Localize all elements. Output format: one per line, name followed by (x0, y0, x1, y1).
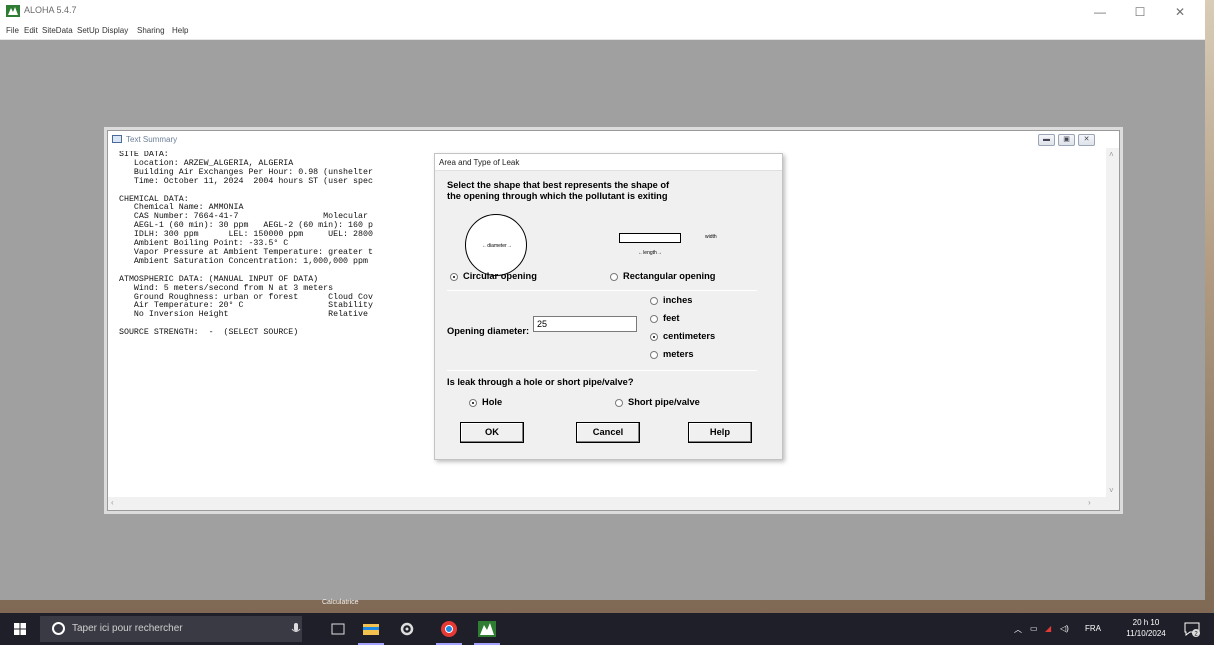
aloha-app-icon (6, 5, 20, 17)
summary-text-body: SITE DATA: Location: ARZEW_ALGERIA, ALGE… (119, 151, 449, 338)
windows-start-icon[interactable] (14, 623, 26, 635)
menu-edit[interactable]: Edit (24, 26, 38, 35)
menu-sitedata[interactable]: SiteData (42, 26, 73, 35)
width-label: width (705, 234, 717, 240)
window-title: ALOHA 5.4.7 (24, 5, 77, 15)
menu-help[interactable]: Help (172, 26, 188, 35)
unit-feet-label[interactable]: feet (663, 313, 680, 323)
microphone-icon[interactable] (285, 619, 307, 639)
taskbar-search-box[interactable]: Taper ici pour rechercher (40, 616, 302, 642)
volume-icon[interactable]: ◁) (1060, 624, 1069, 633)
rectangular-opening-illustration (619, 233, 681, 243)
unit-feet-radio[interactable] (650, 315, 658, 323)
hole-label[interactable]: Hole (482, 397, 502, 407)
hole-radio[interactable] (469, 399, 477, 407)
summary-minimize-button[interactable]: ▬ (1038, 134, 1055, 146)
dialog-titlebar[interactable]: Area and Type of Leak (435, 154, 782, 171)
separator (447, 290, 757, 291)
length-glyph: length (643, 250, 657, 256)
separator (447, 370, 757, 371)
search-placeholder: Taper ici pour rechercher (72, 623, 183, 634)
horizontal-scrollbar[interactable]: ‹ › (108, 497, 1119, 510)
short-pipe-valve-label[interactable]: Short pipe/valve (628, 397, 700, 407)
network-icon[interactable]: ▭ (1030, 624, 1038, 633)
unit-meters-radio[interactable] (650, 351, 658, 359)
clock-time: 20 h 10 (1132, 618, 1160, 627)
rectangular-opening-label[interactable]: Rectangular opening (623, 271, 715, 281)
clock-date: 11/10/2024 (1126, 629, 1166, 638)
menu-setup[interactable]: SetUp (77, 26, 99, 35)
summary-line: Ambient Saturation Concentration: 1,000,… (119, 256, 368, 266)
rectangular-opening-radio[interactable] (610, 273, 618, 281)
menu-display[interactable]: Display (102, 26, 128, 35)
summary-line: Time: October 11, 2024 2004 hours ST (us… (119, 176, 373, 186)
scroll-right-icon[interactable]: › (1088, 498, 1091, 507)
cancel-button[interactable]: Cancel (576, 422, 640, 443)
cortana-circle-icon (52, 622, 65, 635)
window-titlebar[interactable]: ALOHA 5.4.7 — ☐ ✕ (0, 0, 1205, 23)
file-explorer-icon[interactable] (360, 619, 382, 639)
task-view-icon[interactable] (327, 619, 349, 639)
circular-opening-radio[interactable] (450, 273, 458, 281)
tray-chevron-icon[interactable]: ︿ (1014, 624, 1022, 635)
chrome-icon[interactable] (438, 619, 460, 639)
area-type-of-leak-dialog: Area and Type of Leak Select the shape t… (434, 153, 783, 460)
system-clock[interactable]: 20 h 10 11/10/2024 (1118, 617, 1174, 639)
menu-sharing[interactable]: Sharing (137, 26, 165, 35)
leak-type-question: Is leak through a hole or short pipe/val… (447, 377, 634, 387)
vertical-scrollbar[interactable]: ˄ ˅ (1106, 148, 1119, 497)
summary-restore-button[interactable]: ▣ (1058, 134, 1075, 146)
shape-prompt-line: Select the shape that best represents th… (447, 180, 670, 190)
summary-close-button[interactable]: ✕ (1078, 134, 1095, 146)
aloha-taskbar-icon[interactable] (476, 619, 498, 639)
unit-centimeters-radio[interactable] (650, 333, 658, 341)
taskbar-thumbnail-caption: Calculatrice (322, 599, 359, 606)
scroll-up-icon[interactable]: ˄ (1109, 150, 1114, 159)
maximize-button[interactable]: ☐ (1120, 2, 1160, 22)
text-summary-icon (112, 135, 122, 143)
circular-opening-label[interactable]: Circular opening (463, 271, 537, 281)
opening-diameter-label: Opening diameter: (447, 326, 530, 336)
minimize-button[interactable]: — (1080, 2, 1120, 22)
diameter-arrow-label: ←diameter→ (482, 243, 512, 249)
scroll-left-icon[interactable]: ‹ (111, 498, 114, 507)
language-indicator[interactable]: FRA (1085, 624, 1101, 633)
short-pipe-valve-radio[interactable] (615, 399, 623, 407)
close-button[interactable]: ✕ (1160, 2, 1200, 22)
circular-opening-illustration: ←diameter→ (465, 214, 527, 276)
unit-inches-label[interactable]: inches (663, 295, 692, 305)
battery-warning-icon[interactable]: ◢ (1045, 624, 1051, 633)
opening-diameter-input[interactable] (533, 316, 637, 332)
settings-gear-icon[interactable] (396, 619, 418, 639)
dialog-title: Area and Type of Leak (439, 158, 520, 167)
scroll-down-icon[interactable]: ˅ (1109, 486, 1114, 495)
menu-file[interactable]: File (6, 26, 19, 35)
menu-bar: File Edit SiteData SetUp Display Sharing… (0, 23, 1205, 40)
shape-prompt: Select the shape that best represents th… (447, 180, 767, 202)
unit-inches-radio[interactable] (650, 297, 658, 305)
ok-button[interactable]: OK (460, 422, 524, 443)
text-summary-titlebar[interactable]: Text Summary ▬ ▣ ✕ (108, 131, 1119, 148)
summary-line: SOURCE STRENGTH: - (SELECT SOURCE) (119, 328, 299, 338)
length-arrow-label: ←length→ (638, 250, 662, 256)
help-button[interactable]: Help (688, 422, 752, 443)
text-summary-title: Text Summary (126, 135, 178, 144)
shape-prompt-line: the opening through which the pollutant … (447, 191, 668, 201)
unit-meters-label[interactable]: meters (663, 349, 694, 359)
summary-line: No Inversion Height Relative (119, 310, 368, 320)
taskbar: Taper ici pour rechercher ︿ ▭ ◢ ◁) FRA 2… (0, 613, 1214, 645)
notification-center-icon[interactable]: 2 (1184, 621, 1200, 637)
diameter-glyph: diameter (487, 243, 507, 249)
unit-centimeters-label[interactable]: centimeters (663, 331, 715, 341)
